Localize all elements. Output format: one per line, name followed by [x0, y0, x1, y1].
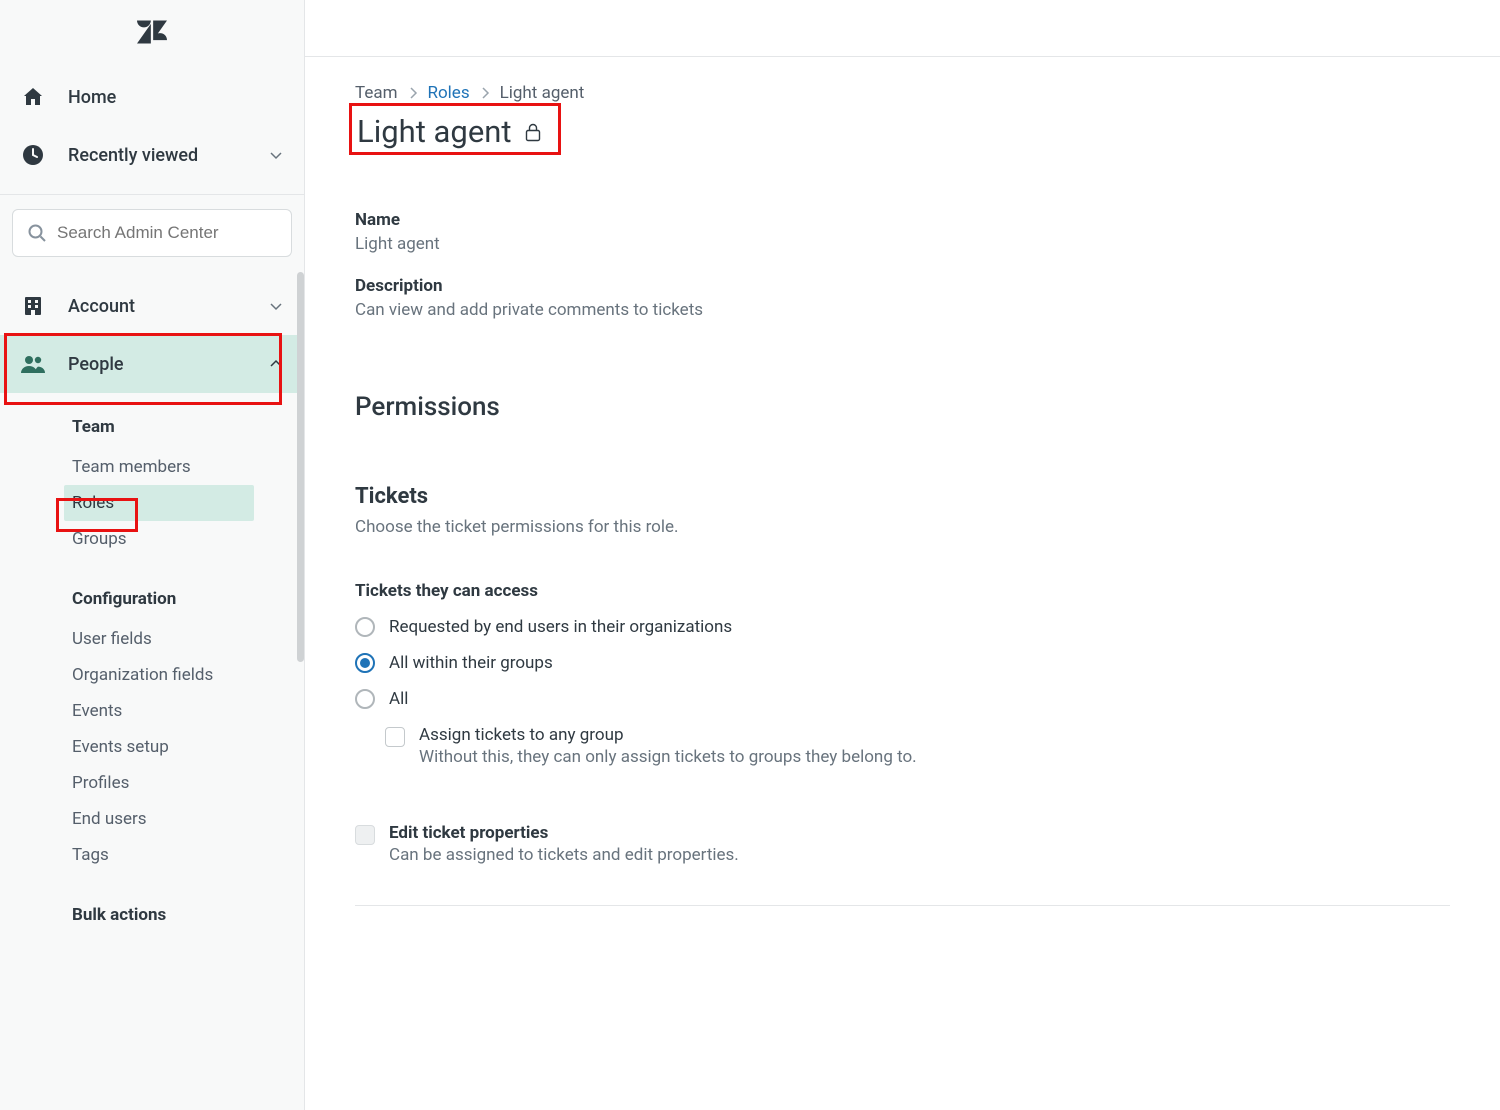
- subnav-item-profiles[interactable]: Profiles: [72, 765, 304, 801]
- subnav-item-events[interactable]: Events: [72, 693, 304, 729]
- subnav-item-tags[interactable]: Tags: [72, 837, 304, 873]
- radio-icon: [355, 617, 375, 637]
- radio-icon: [355, 653, 375, 673]
- search-box[interactable]: [12, 209, 292, 257]
- lock-icon: [524, 122, 542, 142]
- breadcrumb-roles[interactable]: Roles: [428, 83, 470, 103]
- search-wrap: [0, 195, 304, 269]
- section-label: Account: [68, 296, 135, 317]
- clock-icon: [20, 142, 46, 168]
- page-title: Light agent: [355, 111, 548, 156]
- subnav-item-team-members[interactable]: Team members: [72, 449, 304, 485]
- checkbox-label: Edit ticket properties: [389, 823, 739, 843]
- tickets-subtext: Choose the ticket permissions for this r…: [355, 517, 1450, 537]
- sidebar-section-people[interactable]: People: [0, 335, 304, 393]
- search-icon: [27, 223, 47, 243]
- section-label: People: [68, 354, 124, 375]
- sidebar-item-home[interactable]: Home: [0, 68, 304, 126]
- name-label: Name: [355, 210, 1450, 230]
- subnav-heading-team: Team: [72, 413, 304, 449]
- subnav-item-roles[interactable]: Roles: [64, 485, 254, 521]
- home-icon: [20, 84, 46, 110]
- chevron-down-icon: [268, 298, 284, 314]
- radio-label: All: [389, 689, 408, 709]
- zendesk-logo-icon: [137, 20, 167, 44]
- subnav-item-groups[interactable]: Groups: [72, 521, 304, 557]
- chevron-up-icon: [268, 356, 284, 372]
- divider: [355, 905, 1450, 906]
- checkbox-icon: [355, 825, 375, 845]
- chevron-right-icon: [480, 87, 490, 99]
- search-input[interactable]: [57, 223, 277, 243]
- checkbox-help: Without this, they can only assign ticke…: [419, 747, 917, 767]
- field-description: Description Can view and add private com…: [355, 276, 1450, 320]
- tickets-heading: Tickets: [355, 484, 1450, 509]
- sidebar-top-nav: Home Recently viewed: [0, 64, 304, 194]
- radio-option-requested[interactable]: Requested by end users in their organiza…: [355, 617, 1450, 637]
- checkbox-icon: [385, 727, 405, 747]
- access-label: Tickets they can access: [355, 581, 1450, 601]
- sidebar-item-label: Recently viewed: [68, 145, 198, 166]
- subnav-item-org-fields[interactable]: Organization fields: [72, 657, 304, 693]
- subnav-item-end-users[interactable]: End users: [72, 801, 304, 837]
- content: Team Roles Light agent Light agent N: [305, 57, 1500, 1110]
- top-strip: [305, 0, 1500, 57]
- subnav-heading-bulk: Bulk actions: [72, 901, 304, 937]
- breadcrumb-team[interactable]: Team: [355, 83, 398, 103]
- page-title-text: Light agent: [357, 113, 512, 150]
- main: Team Roles Light agent Light agent N: [305, 0, 1500, 1110]
- radio-option-groups[interactable]: All within their groups: [355, 653, 1450, 673]
- description-label: Description: [355, 276, 1450, 296]
- subnav-heading-configuration: Configuration: [72, 585, 304, 621]
- chevron-right-icon: [408, 87, 418, 99]
- subnav-item-user-fields[interactable]: User fields: [72, 621, 304, 657]
- sidebar-sections: Account People Team Team members Rol: [0, 269, 304, 937]
- checkbox-help: Can be assigned to tickets and edit prop…: [389, 845, 739, 865]
- building-icon: [20, 293, 46, 319]
- name-value: Light agent: [355, 234, 1450, 254]
- breadcrumb: Team Roles Light agent: [355, 83, 1450, 103]
- radio-icon: [355, 689, 375, 709]
- brand-logo: [0, 0, 304, 64]
- description-value: Can view and add private comments to tic…: [355, 300, 1450, 320]
- field-name: Name Light agent: [355, 210, 1450, 254]
- checkbox-edit-properties[interactable]: Edit ticket properties Can be assigned t…: [355, 823, 1450, 865]
- checkbox-assign-any-group[interactable]: Assign tickets to any group Without this…: [385, 725, 1450, 767]
- people-subnav: Team Team members Roles Groups Configura…: [0, 393, 304, 937]
- radio-label: Requested by end users in their organiza…: [389, 617, 732, 637]
- radio-option-all[interactable]: All: [355, 689, 1450, 709]
- people-icon: [20, 351, 46, 377]
- sidebar: Home Recently viewed: [0, 0, 305, 1110]
- sidebar-item-recently-viewed[interactable]: Recently viewed: [0, 126, 304, 184]
- chevron-down-icon: [268, 147, 284, 163]
- sidebar-item-label: Home: [68, 87, 116, 108]
- scrollbar[interactable]: [297, 272, 304, 662]
- permissions-heading: Permissions: [355, 392, 1450, 422]
- radio-label: All within their groups: [389, 653, 553, 673]
- checkbox-label: Assign tickets to any group: [419, 725, 917, 745]
- subnav-item-events-setup[interactable]: Events setup: [72, 729, 304, 765]
- sidebar-section-account[interactable]: Account: [0, 277, 304, 335]
- breadcrumb-current: Light agent: [500, 83, 585, 103]
